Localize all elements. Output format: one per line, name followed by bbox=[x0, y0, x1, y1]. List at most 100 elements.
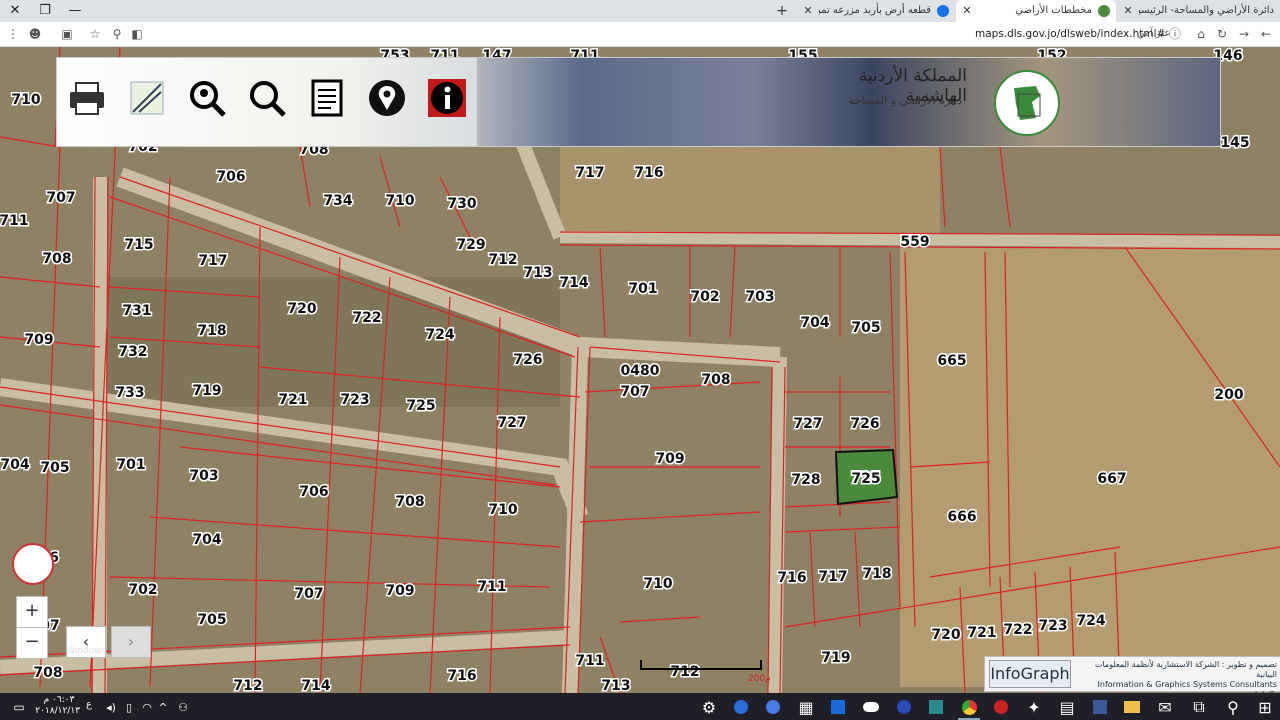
task-view-icon[interactable]: ⧉ bbox=[1188, 696, 1210, 718]
parcel-number-label: 705 bbox=[851, 320, 880, 336]
parcel-number-label: 715 bbox=[124, 237, 153, 253]
parcel-number-label: 727 bbox=[793, 416, 822, 432]
home-icon[interactable]: ⌂ bbox=[1192, 22, 1210, 46]
calculator-icon[interactable]: ▦ bbox=[795, 696, 817, 718]
zoom-icon[interactable]: ⚲ bbox=[108, 22, 126, 46]
parcel-number-label: 721 bbox=[278, 392, 307, 408]
taskbar-clock[interactable]: ٠٦:٠٣ م ٢٠١٨/١٢/١٣ bbox=[35, 695, 80, 717]
parcel-number-label: 734 bbox=[323, 193, 352, 209]
parcel-number-label: 704 bbox=[0, 457, 29, 473]
chevron-up-icon[interactable]: ^ bbox=[152, 696, 174, 718]
input-language[interactable]: ع bbox=[86, 699, 92, 710]
parcel-number-label: 665 bbox=[937, 353, 966, 369]
menu-icon[interactable]: ⋮ bbox=[4, 22, 22, 46]
close-icon[interactable]: ✕ bbox=[960, 0, 974, 22]
parcel-number-label: 713 bbox=[601, 678, 630, 693]
parcel-number-label: 719 bbox=[192, 383, 221, 399]
back-icon[interactable]: ← bbox=[1257, 22, 1275, 46]
parcel-number-label: 726 bbox=[850, 416, 879, 432]
app-icon[interactable]: ▤ bbox=[1056, 696, 1078, 718]
tab-land-maps[interactable]: ✕ مخططات الأراضي bbox=[956, 0, 1116, 22]
chrome-icon[interactable] bbox=[958, 696, 980, 720]
reload-icon[interactable]: ↻ bbox=[1213, 22, 1231, 46]
zoom-out-button[interactable]: − bbox=[16, 627, 48, 659]
app-icon[interactable] bbox=[990, 696, 1012, 718]
parcel-number-label: 724 bbox=[1076, 613, 1105, 629]
parcel-number-label: 559 bbox=[900, 234, 929, 250]
parcel-number-label: 711 bbox=[0, 213, 29, 229]
parcel-number-label: 710 bbox=[385, 193, 414, 209]
report-icon[interactable] bbox=[307, 76, 347, 120]
tab-title: مخططات الأراضي bbox=[1015, 5, 1092, 16]
parcel-number-label: 714 bbox=[301, 678, 330, 693]
new-tab-button[interactable]: + bbox=[773, 0, 791, 22]
next-extent-button[interactable]: › bbox=[111, 626, 151, 658]
printer-icon[interactable] bbox=[67, 76, 107, 120]
start-icon[interactable]: ⊞ bbox=[1254, 696, 1276, 718]
clock-time: ٠٦:٠٣ م bbox=[43, 695, 75, 705]
compass-icon[interactable] bbox=[12, 543, 54, 585]
parcel-number-label: 711 bbox=[477, 579, 506, 595]
file-explorer-icon[interactable] bbox=[1121, 696, 1143, 718]
profile-icon[interactable]: ☻ bbox=[26, 22, 44, 46]
parcel-number-label: 717 bbox=[818, 569, 847, 585]
app-icon[interactable] bbox=[762, 696, 784, 718]
parcel-number-label: 708 bbox=[395, 494, 424, 510]
windows-watermark: Windows bbox=[66, 646, 107, 656]
parcel-number-label: 732 bbox=[118, 344, 147, 360]
scale-bar bbox=[640, 660, 762, 670]
close-icon[interactable]: ✕ bbox=[801, 0, 815, 22]
parcel-number-label: 716 bbox=[634, 165, 663, 181]
app-icon[interactable] bbox=[827, 696, 849, 718]
parcel-number-label: 705 bbox=[197, 612, 226, 628]
parcel-number-label: 707 bbox=[294, 586, 323, 602]
bookmark-star-icon[interactable]: ☆ bbox=[86, 22, 104, 46]
maximize-window-icon[interactable]: ❐ bbox=[30, 0, 60, 22]
app-icon[interactable] bbox=[925, 696, 947, 718]
parcel-number-label: 733 bbox=[115, 385, 144, 401]
parcel-number-label: 729 bbox=[456, 237, 485, 253]
parcel-number-label: 720 bbox=[931, 627, 960, 643]
measure-icon[interactable] bbox=[127, 76, 167, 120]
parcel-number-label: 716 bbox=[777, 570, 806, 586]
minimize-window-icon[interactable]: — bbox=[60, 0, 90, 22]
parcel-number-label: 713 bbox=[523, 265, 552, 281]
translate-icon[interactable]: ◧ bbox=[128, 22, 146, 46]
close-icon[interactable]: ✕ bbox=[1121, 0, 1135, 22]
block-number-label: 0480 bbox=[621, 363, 660, 379]
zoom-in-button[interactable]: + bbox=[16, 596, 48, 628]
credit-box[interactable]: InfoGraph تصميم و تطوير : الشركة الاستشا… bbox=[984, 656, 1280, 699]
search-icon[interactable]: ⚲ bbox=[1222, 696, 1244, 718]
mail-icon[interactable]: ✉ bbox=[1154, 696, 1176, 718]
parcel-number-label: 701 bbox=[628, 281, 657, 297]
parcel-number-label: 720 bbox=[287, 301, 316, 317]
page-subtitle: دائرة الأراضي و المساحة bbox=[848, 94, 963, 107]
extension-icon[interactable]: ▣ bbox=[58, 22, 76, 46]
settings-icon[interactable]: ⚙ bbox=[698, 696, 720, 718]
tab-dls-home[interactable]: ✕ دائرة الأراضي والمساحة- الرئيسية bbox=[1117, 0, 1280, 22]
app-icon[interactable] bbox=[893, 696, 915, 718]
tab-title: قطعه أرض بأربد مزرعه تمبرة - (58) bbox=[819, 5, 931, 16]
parcel-number-label: 702 bbox=[128, 582, 157, 598]
parcel-number-label: 708 bbox=[33, 665, 62, 681]
location-pin-icon[interactable] bbox=[367, 76, 407, 120]
people-icon[interactable]: ⚇ bbox=[172, 696, 194, 718]
parcel-number-label: 722 bbox=[1003, 622, 1032, 638]
browser-tab-strip: ✕ ❐ — + ✕ قطعه أرض بأربد مزرعه تمبرة - (… bbox=[0, 0, 1280, 22]
find-location-icon[interactable] bbox=[187, 76, 227, 120]
info-icon[interactable] bbox=[427, 76, 467, 120]
app-icon[interactable] bbox=[730, 696, 752, 718]
parcel-number-label: 706 bbox=[216, 169, 245, 185]
close-window-icon[interactable]: ✕ bbox=[0, 0, 30, 22]
facebook-icon[interactable] bbox=[1089, 696, 1111, 718]
search-icon[interactable] bbox=[247, 76, 287, 120]
tab-land-parcel[interactable]: ✕ قطعه أرض بأربد مزرعه تمبرة - (58) bbox=[797, 0, 955, 22]
notifications-icon[interactable]: ▭ bbox=[8, 696, 30, 718]
parcel-number-label: 722 bbox=[352, 310, 381, 326]
parcel-number-label: 730 bbox=[447, 196, 476, 212]
info-circle-icon[interactable]: ⓘ bbox=[1166, 22, 1184, 46]
parcel-number-label: 709 bbox=[385, 583, 414, 599]
forward-icon[interactable]: → bbox=[1235, 22, 1253, 46]
app-icon[interactable]: ✦ bbox=[1023, 696, 1045, 718]
onedrive-icon[interactable] bbox=[860, 696, 882, 718]
